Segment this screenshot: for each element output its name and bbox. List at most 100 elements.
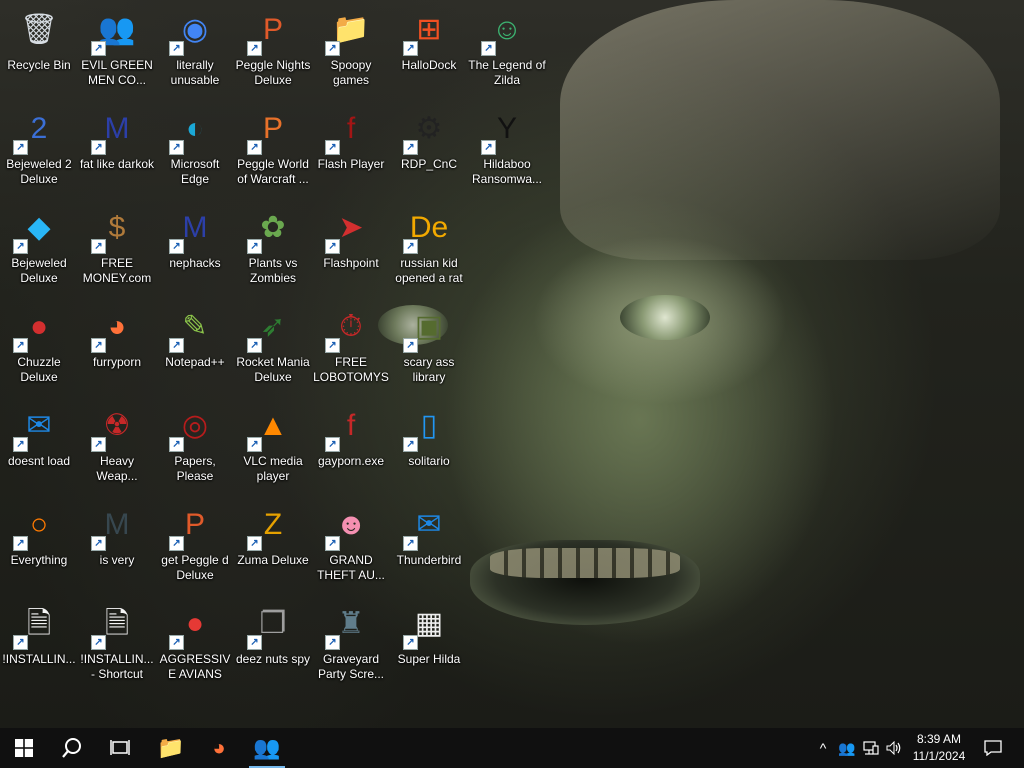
- desktop-icon-label: Zuma Deluxe: [237, 553, 309, 567]
- vlc-media-player-icon: ▲ ↗: [247, 402, 297, 452]
- desktop-icon-label: Recycle Bin: [7, 58, 71, 72]
- start-button[interactable]: [0, 728, 48, 768]
- desktop-icon-scary-ass-library[interactable]: ▣ ↗ scary ass library: [391, 303, 467, 385]
- evil-green-men-co-icon: 👥 ↗: [91, 6, 141, 56]
- desktop-icon-nephacks[interactable]: M ↗ nephacks: [157, 204, 233, 271]
- desktop-icon-notepad[interactable]: ✎ ↗ Notepad++: [157, 303, 233, 370]
- desktop-icon-furryporn[interactable]: ◕ ↗ furryporn: [79, 303, 155, 370]
- icon-glyph: ⊞: [416, 13, 442, 46]
- desktop-icon-literally-unusable[interactable]: ◉ ↗ literally unusable: [157, 6, 233, 88]
- desktop-icon-bejeweled-2-deluxe[interactable]: 2 ↗ Bejeweled 2 Deluxe: [1, 105, 77, 187]
- desktop-icon-peggle-nights-deluxe[interactable]: P ↗ Peggle Nights Deluxe: [235, 6, 311, 88]
- desktop-icon-label: Rocket Mania Deluxe: [236, 355, 310, 384]
- desktop-icon-spoopy-games[interactable]: 📁 ↗ Spoopy games: [313, 6, 389, 88]
- desktop-icon-label: Papers, Please: [174, 454, 216, 483]
- desktop-icon-super-hilda[interactable]: ▦ ↗ Super Hilda: [391, 600, 467, 667]
- desktop-icon-hallodock[interactable]: ⊞ ↗ HalloDock: [391, 6, 467, 73]
- desktop-icon-label: Graveyard Party Scre...: [317, 652, 385, 681]
- desktop-icon-the-legend-of-zilda[interactable]: ☺ ↗ The Legend of Zilda: [468, 6, 546, 88]
- action-center-button[interactable]: [978, 728, 1008, 768]
- task-view-icon: [110, 740, 130, 755]
- desktop-icon-deez-nuts-spy[interactable]: ❐ ↗ deez nuts spy: [235, 600, 311, 667]
- shortcut-arrow-icon: ↗: [169, 338, 184, 353]
- plants-vs-zombies-icon: ✿ ↗: [247, 204, 297, 254]
- desktop-icon-microsoft-edge[interactable]: ◐ ↗ Microsoft Edge: [157, 105, 233, 187]
- wallpaper-eye-right: [620, 295, 710, 340]
- desktop-icon-aggressive-avians[interactable]: ● ↗ AGGRESSIVE AVIANS: [157, 600, 233, 682]
- desktop-icon-doesnt-load[interactable]: ✉ ↗ doesnt load: [1, 402, 77, 469]
- rdp-cnc-icon: ⚙ ↗: [403, 105, 453, 155]
- desktop[interactable]: 🗑 Recycle Bin 👥 ↗ EVIL GREEN MEN CO... ◉ ↗ lite…: [0, 0, 1024, 728]
- desktop-icon-flash-player[interactable]: f ↗ Flash Player: [313, 105, 389, 172]
- graveyard-party-scre-icon: ♜ ↗: [325, 600, 375, 650]
- show-hidden-icons-chevron[interactable]: ^: [814, 728, 832, 768]
- desktop-icon-recycle-bin[interactable]: 🗑 Recycle Bin: [1, 6, 77, 73]
- desktop-icon-evil-green-men-co[interactable]: 👥 ↗ EVIL GREEN MEN CO...: [79, 6, 155, 88]
- desktop-icon-label: deez nuts spy: [235, 652, 311, 666]
- taskbar-evil-green-men-button[interactable]: 👥: [243, 728, 291, 768]
- icon-glyph: M: [104, 508, 130, 541]
- desktop-icon-graveyard-party-scre[interactable]: ♜ ↗ Graveyard Party Scre...: [313, 600, 389, 682]
- free-lobotomys-icon: ⏱ ↗: [325, 303, 375, 353]
- desktop-icon-free-lobotomys[interactable]: ⏱ ↗ FREE LOBOTOMYS: [313, 303, 389, 385]
- desktop-icon-heavy-weap[interactable]: ☢ ↗ Heavy Weap...: [79, 402, 155, 484]
- volume-icon: [886, 741, 901, 755]
- task-view-button[interactable]: [96, 728, 144, 768]
- tray-app-icon[interactable]: 👥: [836, 728, 858, 768]
- desktop-icon-bejeweled-deluxe[interactable]: ◆ ↗ Bejeweled Deluxe: [1, 204, 77, 286]
- desktop-icon-grand-theft-au[interactable]: ☻ ↗ GRAND THEFT AU...: [313, 501, 389, 583]
- desktop-icon-chuzzle-deluxe[interactable]: ● ↗ Chuzzle Deluxe: [1, 303, 77, 385]
- desktop-icon-thunderbird[interactable]: ✉ ↗ Thunderbird: [391, 501, 467, 568]
- desktop-icon-gayporn-exe[interactable]: f ↗ gayporn.exe: [313, 402, 389, 469]
- shortcut-arrow-icon: ↗: [13, 536, 28, 551]
- desktop-icon-rdp-cnc[interactable]: ⚙ ↗ RDP_CnC: [391, 105, 467, 172]
- wallpaper-hair: [560, 0, 1000, 260]
- aggressive-avians-icon: ● ↗: [169, 600, 219, 650]
- volume-tray-button[interactable]: [884, 728, 904, 768]
- desktop-icon-peggle-world-of-warcraft[interactable]: P ↗ Peggle World of Warcraft ...: [235, 105, 311, 187]
- desktop-icon-label: get Peggle d Deluxe: [161, 553, 229, 582]
- taskbar-file-explorer-button[interactable]: 📁: [147, 728, 195, 768]
- desktop-icon-solitario[interactable]: ▯ ↗ solitario: [391, 402, 467, 469]
- desktop-icon-installin[interactable]: 🗎 ↗ !INSTALLIN...: [1, 600, 77, 667]
- taskbar-firefox-button[interactable]: ◕: [195, 728, 243, 768]
- desktop-icon-zuma-deluxe[interactable]: Z ↗ Zuma Deluxe: [235, 501, 311, 568]
- icon-glyph: ▯: [420, 409, 438, 442]
- desktop-icon-flashpoint[interactable]: ➤ ↗ Flashpoint: [313, 204, 389, 271]
- desktop-icon-label: The Legend of Zilda: [468, 58, 546, 87]
- icon-glyph: ○: [29, 508, 49, 541]
- desktop-icon-label: doesnt load: [7, 454, 71, 468]
- hildaboo-ransomwa-icon: Y ↗: [481, 105, 531, 155]
- desktop-icon-label: GRAND THEFT AU...: [317, 553, 385, 582]
- desktop-icon-russian-kid-opened-a-rat[interactable]: De ↗ russian kid opened a rat: [391, 204, 467, 286]
- fat-like-darkok-icon: M ↗: [91, 105, 141, 155]
- desktop-icon-vlc-media-player[interactable]: ▲ ↗ VLC media player: [235, 402, 311, 484]
- free-money-com-icon: $ ↗: [91, 204, 141, 254]
- desktop-icon-label: HalloDock: [401, 58, 457, 72]
- desktop-icon-fat-like-darkok[interactable]: M ↗ fat like darkok: [79, 105, 155, 172]
- desktop-icon-rocket-mania-deluxe[interactable]: ➶ ↗ Rocket Mania Deluxe: [235, 303, 311, 385]
- search-button[interactable]: [48, 728, 96, 768]
- desktop-icon-plants-vs-zombies[interactable]: ✿ ↗ Plants vs Zombies: [235, 204, 311, 286]
- desktop-icon-is-very[interactable]: M ↗ is very: [79, 501, 155, 568]
- icon-glyph: 🗎: [104, 607, 130, 640]
- microsoft-edge-icon: ◐ ↗: [169, 105, 219, 155]
- peggle-world-of-warcraft-icon: P ↗: [247, 105, 297, 155]
- desktop-icon-papers-please[interactable]: ◎ ↗ Papers, Please: [157, 402, 233, 484]
- desktop-icon-label: Hildaboo Ransomwa...: [471, 157, 543, 186]
- desktop-icon-everything[interactable]: ○ ↗ Everything: [1, 501, 77, 568]
- desktop-icon-label: russian kid opened a rat: [395, 256, 463, 285]
- desktop-icon-label: Bejeweled Deluxe: [11, 256, 67, 285]
- icon-glyph: ▣: [414, 310, 444, 343]
- shortcut-arrow-icon: ↗: [169, 635, 184, 650]
- desktop-icon-hildaboo-ransomwa[interactable]: Y ↗ Hildaboo Ransomwa...: [469, 105, 545, 187]
- network-icon: [863, 741, 879, 755]
- taskbar-clock[interactable]: 8:39 AM 11/1/2024: [906, 731, 972, 765]
- desktop-icon-get-peggle-d-deluxe[interactable]: P ↗ get Peggle d Deluxe: [157, 501, 233, 583]
- desktop-icon-free-money-com[interactable]: $ ↗ FREE MONEY.com: [79, 204, 155, 286]
- icon-glyph: M: [182, 211, 208, 244]
- network-tray-button[interactable]: [860, 728, 882, 768]
- desktop-icon-installin-shortcut[interactable]: 🗎 ↗ !INSTALLIN... - Shortcut: [79, 600, 155, 682]
- shortcut-arrow-icon: ↗: [13, 635, 28, 650]
- rocket-mania-deluxe-icon: ➶ ↗: [247, 303, 297, 353]
